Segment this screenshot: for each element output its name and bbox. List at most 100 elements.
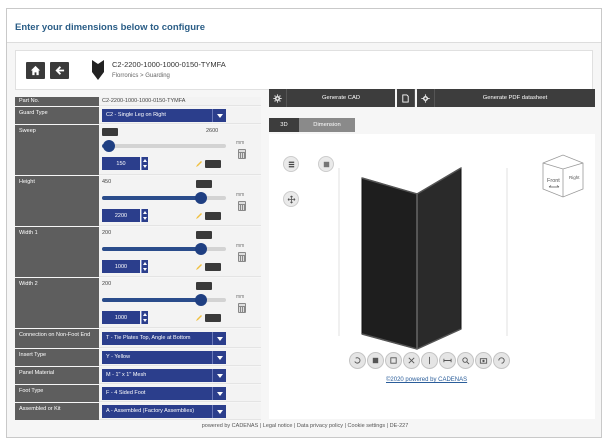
section-icon[interactable] — [421, 352, 438, 369]
insert-type-label: Insert Type — [15, 349, 99, 366]
row-part-no: Part No. C2-2200-1000-1000-0150-TYMFA — [15, 97, 261, 106]
tab-3d[interactable]: 3D — [269, 118, 299, 132]
chevron-down-icon — [212, 387, 226, 400]
guard-type-cell: C2 - Single Leg on Right — [99, 107, 261, 124]
sweep-unit: mm — [236, 140, 245, 146]
width-2-unit: mm — [236, 294, 245, 300]
generate-cad-button[interactable]: Generate CAD — [287, 89, 395, 107]
breadcrumb-parent[interactable]: Florronics — [112, 73, 138, 79]
height-unit: mm — [236, 192, 245, 198]
width-1-slider[interactable] — [102, 243, 226, 255]
width-2-input[interactable]: 1000 — [102, 311, 140, 324]
insert-type-value: Y - Yellow — [106, 354, 131, 360]
guard-type-value: C2 - Single Leg on Right — [106, 112, 166, 118]
row-sweep: Sweep 2600 150 mm — [15, 125, 261, 175]
view-cube[interactable]: Front Right — [539, 149, 587, 201]
layers-icon[interactable] — [318, 156, 334, 172]
calculator-icon[interactable] — [238, 201, 246, 211]
breadcrumb-current[interactable]: Guarding — [145, 73, 170, 79]
connection-select[interactable]: T - Tie Plates Top, Angle at Bottom — [102, 332, 226, 345]
connection-value: T - Tie Plates Top, Angle at Bottom — [106, 335, 191, 341]
footer[interactable]: powered by CADENAS | Legal notice | Data… — [7, 423, 603, 429]
arrow-left-icon — [55, 66, 65, 75]
shaded-view-icon[interactable] — [367, 352, 384, 369]
pencil-icon[interactable] — [196, 264, 202, 270]
calculator-icon[interactable] — [238, 252, 246, 262]
height-slider-handle[interactable] — [195, 192, 208, 204]
height-input[interactable]: 2200 — [102, 209, 140, 222]
wireframe-view-icon[interactable] — [385, 352, 402, 369]
hidden-lines-icon[interactable] — [403, 352, 420, 369]
tab-dimension[interactable]: Dimension — [299, 118, 355, 132]
foot-type-label: Foot Type — [15, 385, 99, 402]
gear-icon[interactable] — [269, 89, 287, 107]
calculator-icon[interactable] — [238, 303, 246, 313]
pencil-icon[interactable] — [196, 213, 202, 219]
zoom-fit-icon[interactable] — [457, 352, 474, 369]
height-slider-fill — [102, 196, 202, 200]
sweep-max: 2600 — [206, 128, 219, 134]
width-2-toggle[interactable] — [205, 314, 221, 322]
product-header: C2-2200-1000-1000-0150-TYMFA Florronics … — [15, 50, 593, 90]
width-1-toggle[interactable] — [205, 263, 221, 271]
cadenas-link[interactable]: ©2020 powered by CADENAS — [386, 377, 467, 383]
assembled-cell: A - Assembled (Factory Assemblies) — [99, 403, 261, 420]
sweep-toggle[interactable] — [205, 160, 221, 168]
calculator-icon[interactable] — [238, 149, 246, 159]
panel-material-select[interactable]: M - 1" x 1" Mesh — [102, 369, 226, 382]
height-cell: 450 2200 mm — [99, 176, 261, 226]
settings-cog-icon[interactable] — [417, 89, 435, 107]
row-width-2: Width 2 200 1000 mm — [15, 278, 261, 328]
home-icon — [30, 65, 41, 76]
rotate-icon[interactable] — [349, 352, 366, 369]
width-2-label: Width 2 — [15, 278, 99, 328]
chevron-down-icon — [212, 351, 226, 364]
width-2-cell: 200 1000 mm — [99, 278, 261, 328]
assembled-select[interactable]: A - Assembled (Factory Assemblies) — [102, 405, 226, 418]
sweep-slider[interactable] — [102, 140, 226, 152]
guard-3d-model — [338, 167, 508, 350]
width-1-slider-handle[interactable] — [195, 243, 208, 255]
pencil-icon[interactable] — [196, 315, 202, 321]
sweep-input[interactable]: 150 — [102, 157, 140, 170]
guard-type-label: Guard Type — [15, 107, 99, 124]
back-button[interactable] — [50, 62, 69, 79]
width-1-input[interactable]: 1000 — [102, 260, 140, 273]
foot-type-select[interactable]: F - 4 Sided Foot — [102, 387, 226, 400]
sweep-stepper[interactable] — [141, 157, 148, 170]
home-button[interactable] — [26, 62, 45, 79]
pencil-icon[interactable] — [196, 161, 202, 167]
panel-material-value: M - 1" x 1" Mesh — [106, 372, 147, 378]
configurator-frame: Enter your dimensions below to configure… — [6, 8, 602, 438]
breadcrumb-separator: > — [140, 73, 144, 79]
height-slider[interactable] — [102, 192, 226, 204]
move-icon[interactable] — [283, 191, 299, 207]
generate-pdf-button[interactable]: Generate PDF datasheet — [435, 89, 595, 107]
3d-canvas[interactable]: Front Right ©2020 powered by CADENAS — [269, 134, 595, 419]
viewer-toolbar — [349, 352, 510, 369]
insert-type-select[interactable]: Y - Yellow — [102, 351, 226, 364]
document-icon[interactable] — [397, 89, 415, 107]
chevron-down-icon — [212, 332, 226, 345]
list-icon[interactable] — [283, 156, 299, 172]
reset-view-icon[interactable] — [493, 352, 510, 369]
connection-cell: T - Tie Plates Top, Angle at Bottom — [99, 329, 261, 348]
width-2-slider-handle[interactable] — [195, 294, 208, 306]
row-assembled: Assembled or Kit A - Assembled (Factory … — [15, 403, 261, 420]
height-toggle[interactable] — [205, 212, 221, 220]
width-2-slider[interactable] — [102, 294, 226, 306]
width-2-min: 200 — [102, 281, 112, 287]
sweep-slider-handle[interactable] — [103, 140, 116, 152]
width-2-stepper[interactable] — [141, 311, 148, 324]
measure-icon[interactable] — [439, 352, 456, 369]
cad-viewer-panel: Generate CAD Generate PDF datasheet 3D D… — [269, 89, 595, 419]
width-1-unit: mm — [236, 243, 245, 249]
height-stepper[interactable] — [141, 209, 148, 222]
screenshot-icon[interactable] — [475, 352, 492, 369]
product-part-number: C2-2200-1000-1000-0150-TYMFA — [112, 60, 226, 69]
brand-logo — [92, 60, 104, 80]
guard-type-select[interactable]: C2 - Single Leg on Right — [102, 109, 226, 122]
width-1-label: Width 1 — [15, 227, 99, 277]
row-panel-material: Panel Material M - 1" x 1" Mesh — [15, 367, 261, 384]
width-1-stepper[interactable] — [141, 260, 148, 273]
